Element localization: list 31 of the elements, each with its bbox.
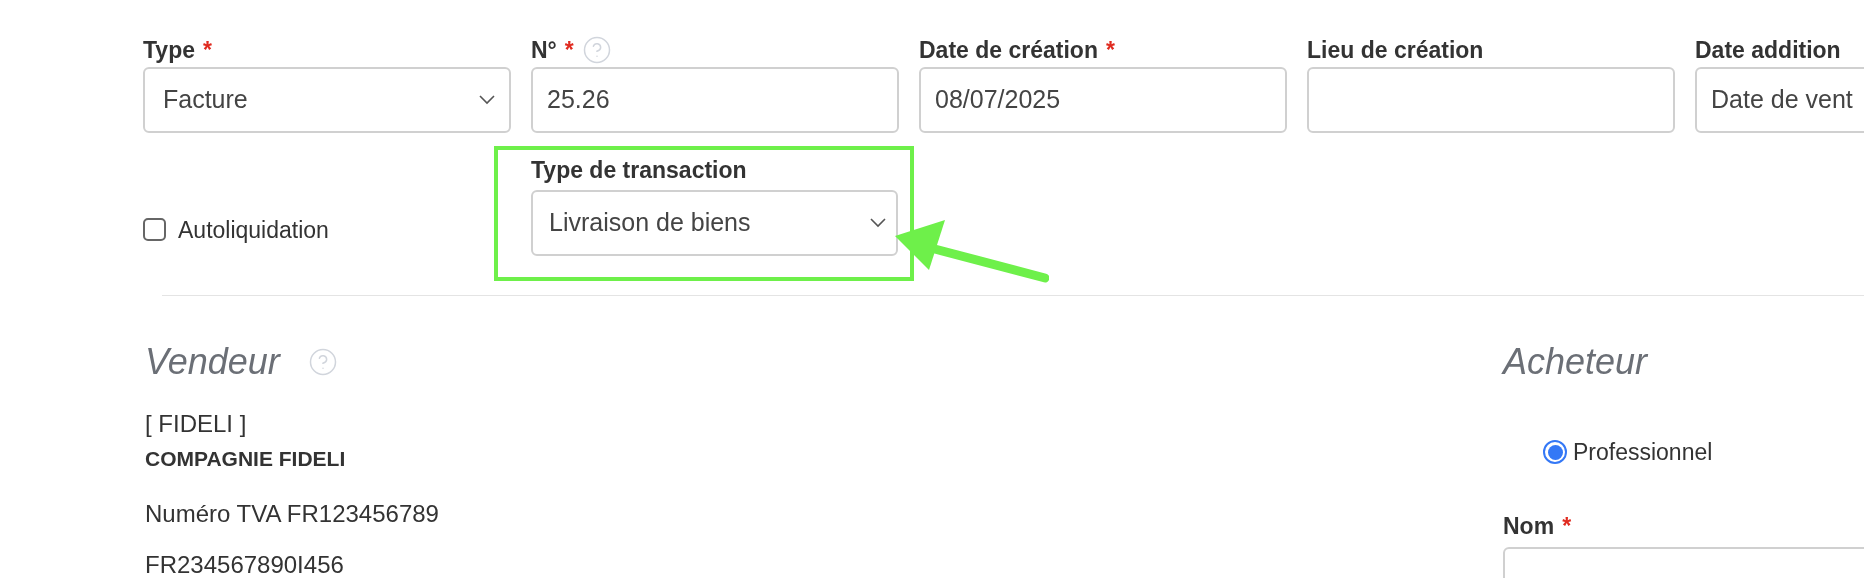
checkbox[interactable] bbox=[143, 218, 166, 241]
input-field[interactable]: 25.26 bbox=[531, 67, 899, 133]
help-icon[interactable] bbox=[581, 35, 612, 65]
chevron-icon bbox=[870, 218, 886, 228]
type-select[interactable]: Facture bbox=[143, 67, 511, 133]
field-label: Type bbox=[143, 36, 195, 65]
field-label: N° bbox=[531, 36, 557, 65]
seller-vat: Numéro TVA FR123456789 bbox=[145, 499, 440, 529]
required-mark: * bbox=[564, 36, 574, 65]
radio-button[interactable] bbox=[1543, 440, 1567, 464]
section-title: Acheteur bbox=[1503, 342, 1648, 382]
input-field[interactable]: Date de vent bbox=[1695, 67, 1864, 133]
chevron-icon bbox=[479, 95, 495, 105]
required-mark: * bbox=[1105, 36, 1115, 65]
required-mark: * bbox=[1562, 512, 1572, 541]
field-label: Date addition bbox=[1695, 36, 1841, 65]
required-mark: * bbox=[203, 36, 212, 65]
input-field[interactable]: 08/07/2025 bbox=[919, 67, 1287, 133]
field-label: Date de création bbox=[919, 36, 1098, 65]
transaction-select[interactable]: Livraison de biens bbox=[531, 190, 898, 256]
checkbox-label: Autoliquidation bbox=[178, 216, 329, 243]
input-field[interactable] bbox=[1307, 67, 1675, 133]
section-title: Vendeur bbox=[145, 342, 280, 382]
radio-label: Professionnel bbox=[1573, 438, 1713, 467]
field-label: Nom bbox=[1503, 512, 1555, 541]
seller-name: COMPAGNIE FIDELI bbox=[145, 446, 347, 472]
field-label: Lieu de création bbox=[1307, 36, 1484, 65]
seller-code: [ FIDELI ] bbox=[145, 409, 248, 439]
seller-line: FR234567890I456 bbox=[145, 554, 345, 576]
help-icon[interactable] bbox=[307, 347, 338, 377]
field-label: Type de transaction bbox=[531, 156, 748, 185]
